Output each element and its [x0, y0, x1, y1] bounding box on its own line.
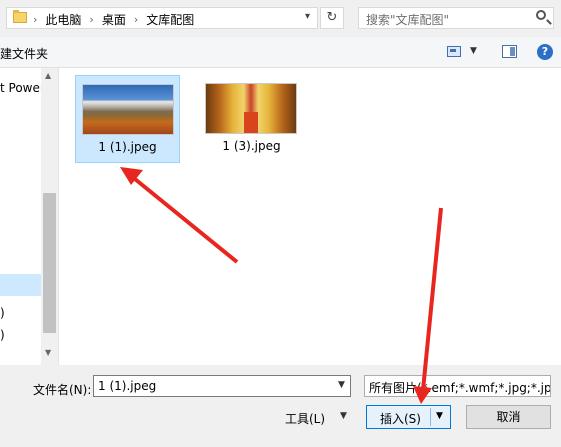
nav-item-fragment[interactable]: ): [0, 306, 5, 320]
new-folder-button[interactable]: 建文件夹: [0, 45, 48, 62]
file-type-select[interactable]: 所有图片(*.emf;*.wmf;*.jpg;*.jp: [364, 375, 551, 397]
file-item[interactable]: 1 (1).jpeg: [75, 75, 180, 163]
image-thumbnail: [82, 84, 174, 135]
image-thumbnail: [205, 83, 297, 134]
filename-input[interactable]: 1 (1).jpeg: [93, 375, 351, 397]
split-divider: [430, 408, 431, 426]
chevron-down-icon[interactable]: ▼: [436, 411, 443, 421]
file-name: 1 (3).jpeg: [222, 139, 281, 153]
chevron-down-icon[interactable]: ▼: [338, 380, 345, 390]
help-icon[interactable]: ?: [537, 44, 553, 60]
address-bar[interactable]: › 此电脑 › 桌面 › 文库配图 ▾: [6, 7, 318, 29]
chevron-right-icon[interactable]: ›: [134, 13, 138, 26]
scroll-down-icon[interactable]: ▼: [45, 348, 51, 357]
filename-label: 文件名(N):: [33, 383, 92, 397]
view-icon[interactable]: [447, 46, 461, 57]
insert-button[interactable]: 插入(S) ▼: [366, 405, 451, 429]
breadcrumb-desktop[interactable]: 桌面: [102, 11, 126, 28]
nav-item-fragment[interactable]: ): [0, 328, 5, 342]
search-icon[interactable]: [536, 10, 546, 20]
chevron-right-icon[interactable]: ›: [33, 13, 37, 26]
navigation-pane: t Power ) ) ▲ ▼: [0, 68, 59, 365]
chevron-down-icon[interactable]: ▼: [340, 411, 347, 421]
scroll-up-icon[interactable]: ▲: [45, 71, 51, 80]
search-input[interactable]: 搜索"文库配图": [358, 7, 554, 29]
toolbar: 建文件夹 ▼ ?: [0, 37, 561, 68]
refresh-icon[interactable]: ↻: [320, 7, 344, 29]
preview-pane-icon[interactable]: [502, 45, 517, 58]
breadcrumb-folder[interactable]: 文库配图: [146, 11, 194, 28]
file-list: 1 (1).jpeg 1 (3).jpeg: [59, 68, 561, 365]
nav-selected-item[interactable]: [0, 274, 41, 296]
scroll-thumb[interactable]: [43, 193, 56, 333]
nav-scrollbar[interactable]: ▲ ▼: [41, 68, 58, 365]
folder-icon: [13, 10, 27, 23]
tools-button[interactable]: 工具(L): [285, 410, 325, 427]
nav-item[interactable]: t Power: [0, 81, 45, 95]
chevron-down-icon[interactable]: ▼: [470, 46, 477, 56]
chevron-down-icon[interactable]: ▾: [305, 11, 310, 22]
breadcrumb-this-pc[interactable]: 此电脑: [45, 11, 81, 28]
breadcrumb: › 此电脑 › 桌面 › 文库配图: [33, 11, 194, 28]
insert-label: 插入(S): [380, 412, 421, 426]
cancel-button[interactable]: 取消: [466, 405, 551, 429]
file-item[interactable]: 1 (3).jpeg: [199, 75, 304, 163]
search-placeholder: 搜索"文库配图": [366, 13, 450, 27]
chevron-right-icon[interactable]: ›: [89, 13, 93, 26]
file-name: 1 (1).jpeg: [98, 140, 157, 154]
